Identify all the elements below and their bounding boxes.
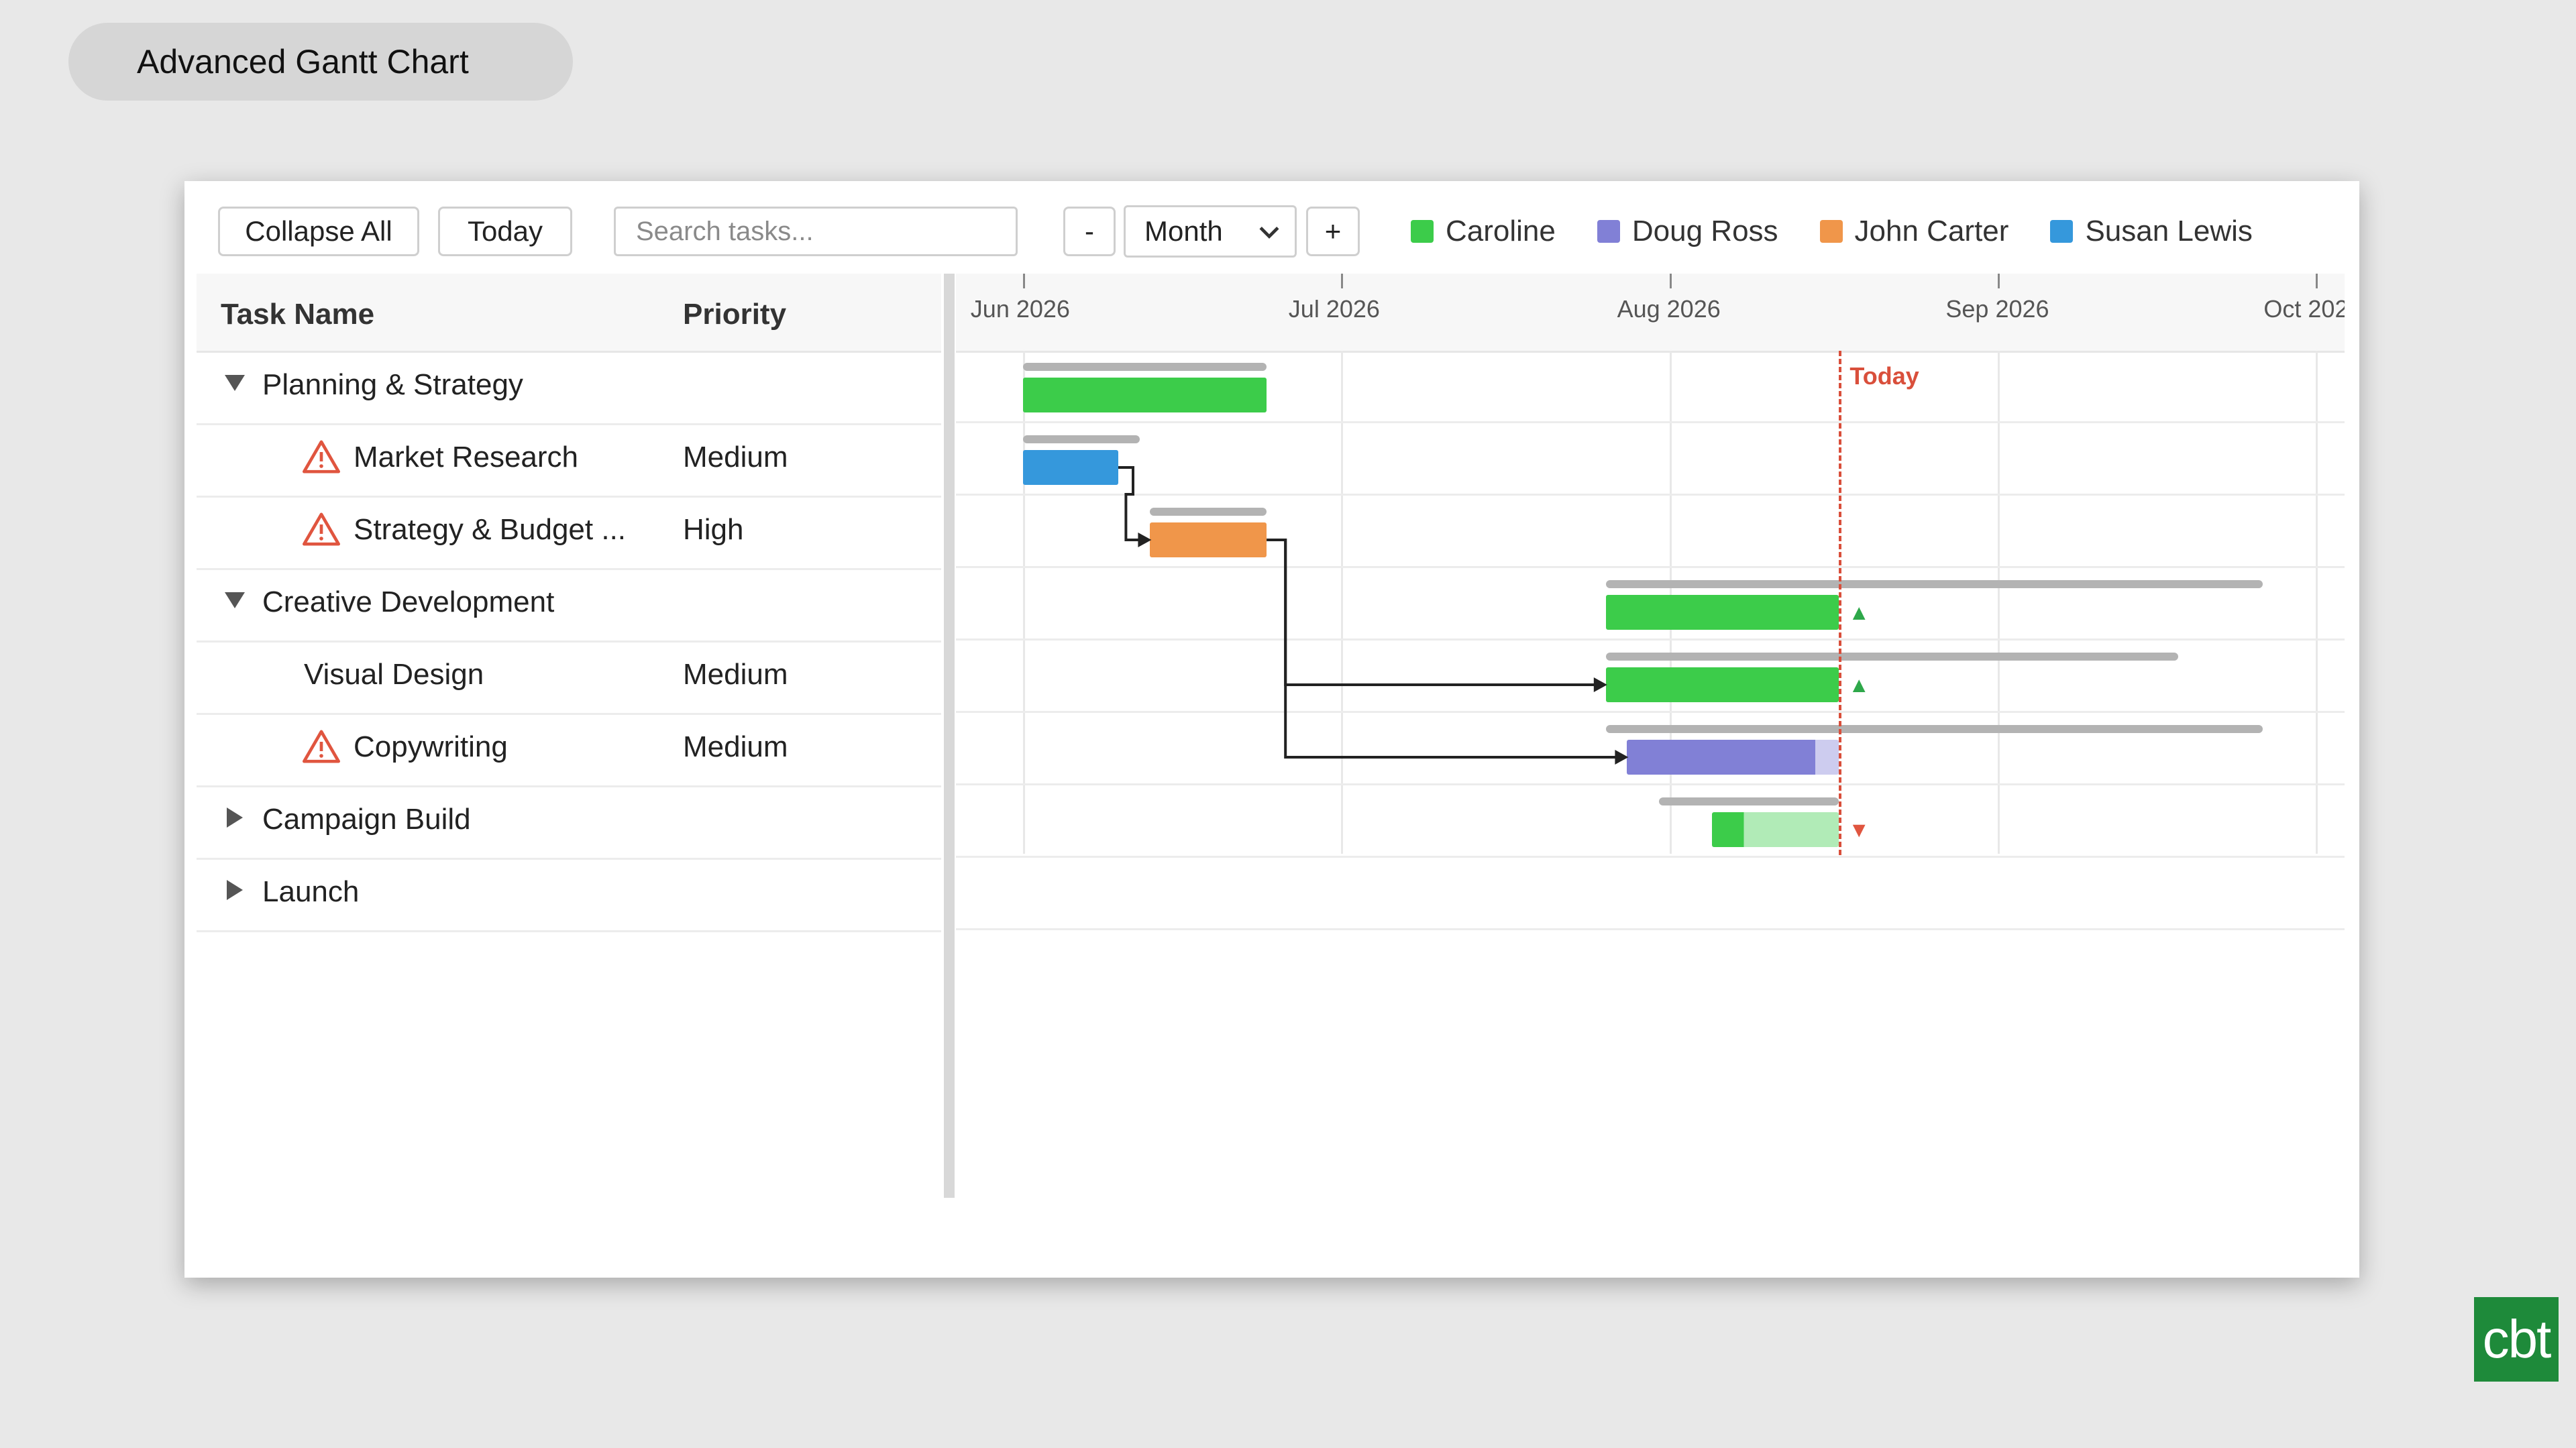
- legend-item: Caroline: [1411, 215, 1556, 248]
- chevron-down-icon: [1259, 226, 1279, 239]
- today-line: [1839, 351, 1842, 855]
- task-priority: Medium: [683, 730, 788, 763]
- collapse-all-button[interactable]: Collapse All: [218, 207, 419, 256]
- task-row[interactable]: Creative Development: [197, 568, 941, 643]
- task-row[interactable]: Copywriting Medium: [197, 713, 941, 787]
- task-name: Planning & Strategy: [262, 368, 523, 401]
- grid-header: Task Name Priority: [197, 274, 941, 353]
- scale-select[interactable]: Month: [1124, 205, 1297, 258]
- task-grid: Task Name Priority Planning & Strategy Ma…: [197, 274, 941, 1198]
- zoom-in-button[interactable]: +: [1306, 207, 1360, 256]
- column-header-priority[interactable]: Priority: [683, 298, 786, 331]
- legend-label: Caroline: [1446, 215, 1556, 247]
- search-input[interactable]: [614, 207, 1018, 256]
- legend-swatch: [2050, 220, 2074, 243]
- legend-swatch: [1411, 220, 1434, 243]
- legend-item: Susan Lewis: [2050, 215, 2253, 248]
- task-row[interactable]: Launch: [197, 858, 941, 932]
- legend-swatch: [1819, 220, 1843, 243]
- page-title: Advanced Gantt Chart: [68, 23, 573, 101]
- timeline-pane: Jun 2026Jul 2026Aug 2026Sep 2026Oct 2026…: [956, 274, 2345, 1198]
- zoom-out-button[interactable]: -: [1063, 207, 1116, 256]
- resource-legend: Caroline Doug Ross John Carter Susan Lew…: [1411, 215, 2294, 248]
- gantt-widget: Collapse All Today - Month + Caroline Do…: [184, 181, 2359, 1278]
- task-row[interactable]: Planning & Strategy: [197, 351, 941, 425]
- today-button[interactable]: Today: [438, 207, 572, 256]
- legend-item: Doug Ross: [1597, 215, 1778, 248]
- task-name: Market Research: [354, 441, 579, 474]
- caret-down-icon[interactable]: [225, 590, 245, 610]
- dependency-link[interactable]: [1267, 539, 1625, 759]
- task-name: Creative Development: [262, 586, 555, 618]
- column-header-task-name[interactable]: Task Name: [221, 298, 374, 331]
- dependency-links: [1118, 466, 1629, 765]
- warning-icon: [303, 512, 340, 546]
- task-name: Launch: [262, 875, 360, 908]
- legend-label: Susan Lewis: [2085, 215, 2253, 247]
- caret-right-icon[interactable]: [225, 807, 245, 828]
- task-row[interactable]: Campaign Build: [197, 785, 941, 860]
- task-name: Copywriting: [354, 730, 508, 763]
- task-row[interactable]: Market Research Medium: [197, 423, 941, 498]
- task-priority: Medium: [683, 441, 788, 474]
- caret-down-icon[interactable]: [225, 373, 245, 393]
- task-name: Visual Design: [304, 658, 484, 691]
- task-name: Campaign Build: [262, 803, 471, 836]
- link-arrow-icon: [1138, 533, 1152, 547]
- toolbar: Collapse All Today - Month + Caroline Do…: [184, 181, 2359, 275]
- link-arrow-icon: [1593, 677, 1607, 692]
- task-priority: High: [683, 513, 744, 546]
- legend-label: Doug Ross: [1631, 215, 1778, 247]
- warning-icon: [303, 730, 340, 763]
- pane-splitter[interactable]: [944, 274, 955, 1198]
- brand-logo: cbt: [2474, 1297, 2559, 1382]
- scale-select-value: Month: [1144, 215, 1223, 247]
- warning-icon: [303, 440, 340, 474]
- task-row[interactable]: Strategy & Budget ... High: [197, 496, 941, 570]
- today-label: Today: [1849, 362, 1919, 390]
- legend-label: John Carter: [1854, 215, 2009, 247]
- dependency-link[interactable]: [1118, 466, 1148, 541]
- task-name: Strategy & Budget ...: [354, 513, 627, 546]
- link-arrow-icon: [1615, 750, 1629, 765]
- caret-right-icon[interactable]: [225, 880, 245, 900]
- dependency-link[interactable]: [1267, 539, 1603, 686]
- task-priority: Medium: [683, 658, 788, 691]
- legend-item: John Carter: [1819, 215, 2009, 248]
- task-row[interactable]: Visual Design Medium: [197, 641, 941, 715]
- legend-swatch: [1597, 220, 1620, 243]
